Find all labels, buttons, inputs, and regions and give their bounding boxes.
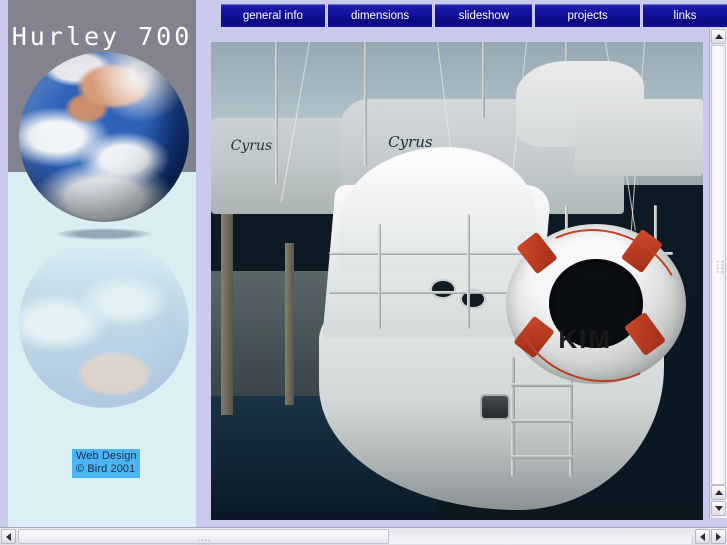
horizontal-scroll-thumb[interactable] [18,529,389,545]
ladder-step [511,383,574,388]
vertical-scroll-thumb[interactable] [711,45,726,485]
horizontal-scroll-track[interactable] [18,529,691,545]
tab-label: general info [242,9,303,22]
tab-label: dimensions [351,9,410,22]
web-design-credit: Web Design © Bird 2001 [72,449,140,478]
scroll-grip-icon [197,534,211,545]
tab-dimensions[interactable]: dimensions [327,4,433,27]
page-title: Hurley 700 [11,22,193,51]
chevron-up-icon[interactable] [711,485,726,500]
photo-mast [481,42,485,119]
chevron-left-icon[interactable] [1,529,16,544]
ladder-step [511,419,574,424]
ladder-step [511,455,574,460]
chevron-right-icon[interactable] [711,529,726,544]
photo-dock-post [220,214,233,415]
tab-label: projects [567,9,608,22]
photo-stanchion [378,223,382,329]
tab-slideshow[interactable]: slideshow [435,4,533,27]
photo-dock-post [284,242,294,406]
chevron-up-icon[interactable] [711,29,726,44]
scroll-grip-icon [716,260,724,274]
tab-general-info[interactable]: general info [221,4,325,27]
earth-globe-graphic [19,52,189,412]
lifebuoy-label: KIM [558,324,613,355]
photo-boat-name-left: Cyrus [230,137,273,154]
browser-page: Hurley 700 Web Design © Bird 2001 genera… [0,0,727,545]
content-pane: Cyrus Cyrus KIM [210,31,705,528]
tab-projects[interactable]: projects [535,4,641,27]
horizontal-scroll-arrow-pair[interactable] [695,529,726,544]
marina-photo: Cyrus Cyrus KIM [211,42,703,520]
scroll-left-button[interactable] [1,529,16,544]
navigation-bar: general info dimensions slideshow projec… [210,0,727,31]
horizontal-scrollbar[interactable] [0,527,727,545]
sidebar-panel: Hurley 700 Web Design © Bird 2001 [8,0,196,545]
tab-label: slideshow [458,9,510,22]
vertical-scrollbar[interactable] [709,28,727,518]
tab-links[interactable]: links [643,4,727,27]
chevron-down-icon[interactable] [711,501,726,516]
globe-reflection [19,238,189,408]
nav-tab-list: general info dimensions slideshow projec… [221,4,727,27]
vertical-scroll-track[interactable] [711,45,726,485]
photo-lifebuoy: KIM [494,207,703,404]
sidebar: Hurley 700 Web Design © Bird 2001 [0,0,210,545]
photo-boom-cover [575,99,703,176]
photo-mast [363,42,367,167]
photo-mast [274,42,278,186]
scroll-up-button-top[interactable] [711,29,726,44]
globe-icon [19,52,189,222]
chevron-left-icon[interactable] [695,529,710,544]
photo-deck-hatch [481,395,508,418]
lifebuoy-rope [494,207,703,404]
photo-stanchion [466,214,470,329]
tab-label: links [673,9,697,22]
vertical-scroll-arrow-pair[interactable] [711,485,726,517]
